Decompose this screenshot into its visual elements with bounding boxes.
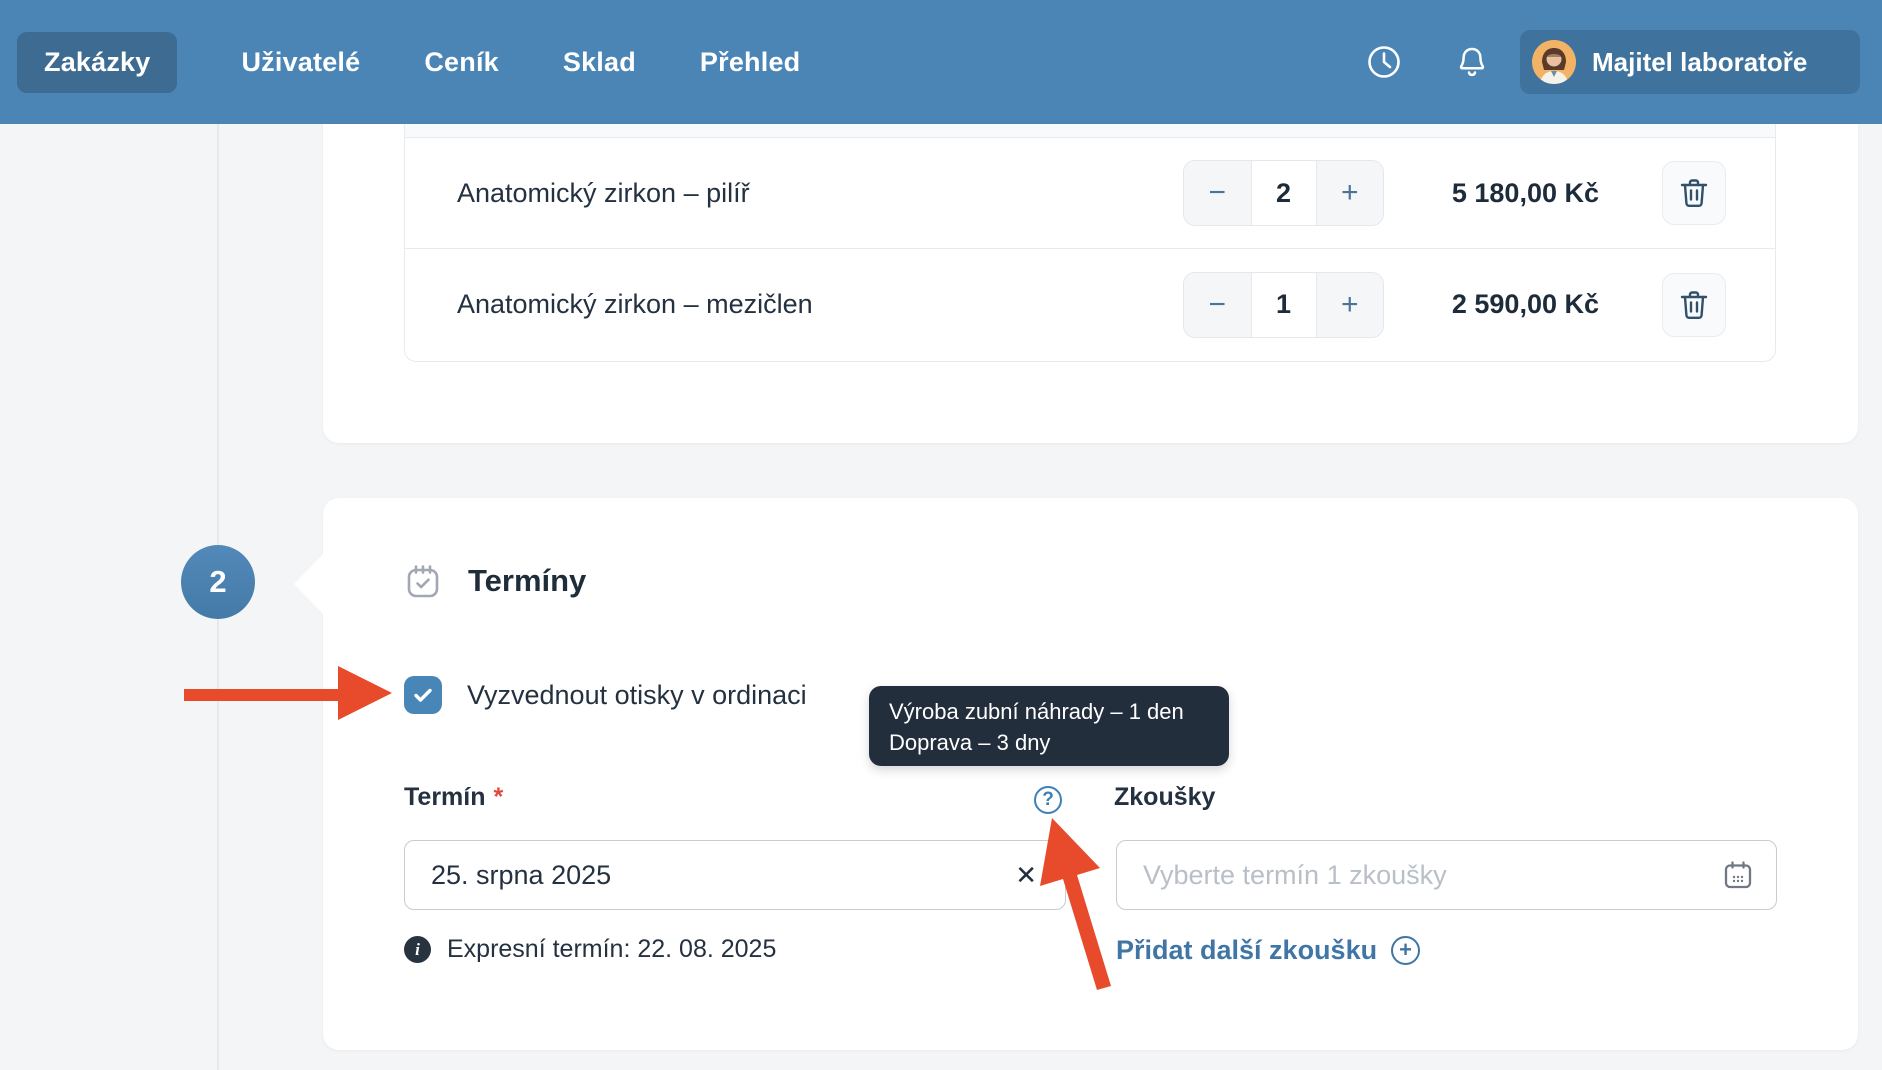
quantity-stepper: − 1 +	[1183, 271, 1384, 338]
price-value: 2 590,00 Kč	[1451, 289, 1599, 319]
express-note-text: Expresní termín: 22. 08. 2025	[447, 935, 777, 963]
table-row: Anatomický zirkon – pilíř − 2 + 5 180,00…	[405, 138, 1775, 249]
quantity-value: 2	[1250, 161, 1317, 225]
trash-icon	[1680, 290, 1708, 319]
add-zkouska-label[interactable]: Přidat další zkoušku	[1116, 935, 1377, 966]
top-navbar: Zakázky Uživatelé Ceník Sklad Přehled Ma…	[0, 0, 1882, 124]
nav-tabs: Zakázky Uživatelé Ceník Sklad Přehled	[0, 31, 800, 93]
decrease-button[interactable]: −	[1184, 161, 1251, 225]
nav-tab-zakazky[interactable]: Zakázky	[17, 31, 178, 93]
zkousky-date-field[interactable]	[1117, 841, 1712, 909]
zkousky-label: Zkoušky	[1114, 783, 1216, 811]
nav-right-cluster: Majitel laboratoře	[1322, 0, 1882, 124]
pickup-checkbox[interactable]	[404, 676, 442, 714]
required-asterisk: *	[493, 783, 504, 811]
termin-date-input[interactable]: ✕	[404, 840, 1066, 910]
table-row-partial	[405, 124, 1775, 138]
nav-tab-uzivatele[interactable]: Uživatelé	[241, 47, 360, 78]
table-row: Anatomický zirkon – mezičlen − 1 + 2 590…	[405, 249, 1775, 360]
nav-tab-prehled[interactable]: Přehled	[700, 47, 800, 78]
product-name: Anatomický zirkon – mezičlen	[457, 289, 813, 319]
quantity-value: 1	[1250, 272, 1317, 337]
info-icon: i	[404, 936, 431, 963]
section-header: Termíny	[404, 562, 586, 600]
calendar-icon[interactable]	[1712, 859, 1776, 891]
nav-tab-cenik[interactable]: Ceník	[424, 47, 499, 78]
avatar	[1532, 40, 1576, 84]
user-menu[interactable]: Majitel laboratoře	[1520, 30, 1860, 94]
user-name: Majitel laboratoře	[1592, 46, 1808, 77]
termin-date-value[interactable]	[405, 841, 1006, 909]
trash-icon	[1680, 179, 1708, 207]
check-icon	[414, 688, 432, 702]
tooltip-line-2: Doprava – 3 dny	[889, 730, 1051, 755]
termin-label: Termín *	[404, 783, 503, 812]
terminy-card: Termíny Vyzvednout otisky v ordinaci Výr…	[294, 498, 1858, 1050]
product-name: Anatomický zirkon – pilíř	[457, 177, 750, 208]
notifications-bell-icon[interactable]	[1454, 44, 1490, 80]
help-icon[interactable]: ?	[1034, 786, 1062, 814]
calendar-check-icon	[407, 565, 439, 598]
tooltip: Výroba zubní náhrady – 1 den Doprava – 3…	[869, 686, 1229, 766]
products-table: Anatomický zirkon – pilíř − 2 + 5 180,00…	[404, 124, 1776, 362]
section-title: Termíny	[468, 563, 587, 598]
page: Zakázky Uživatelé Ceník Sklad Přehled Ma…	[0, 0, 1882, 1070]
pickup-checkbox-label[interactable]: Vyzvednout otisky v ordinaci	[467, 676, 807, 714]
delete-row-button[interactable]	[1662, 272, 1726, 337]
termin-label-text: Termín	[404, 783, 486, 811]
nav-tab-sklad[interactable]: Sklad	[563, 47, 636, 78]
delete-row-button[interactable]	[1662, 161, 1726, 225]
increase-button[interactable]: +	[1316, 272, 1383, 337]
zkousky-date-input[interactable]	[1116, 840, 1777, 910]
decrease-button[interactable]: −	[1184, 272, 1251, 337]
history-clock-icon[interactable]	[1366, 44, 1402, 80]
plus-circle-icon[interactable]: +	[1391, 936, 1421, 965]
express-note-row: i Expresní termín: 22. 08. 2025	[404, 935, 776, 964]
card-notch	[294, 554, 323, 614]
tooltip-line-1: Výroba zubní náhrady – 1 den	[889, 699, 1184, 724]
price-value: 5 180,00 Kč	[1451, 177, 1599, 208]
add-zkouska-link[interactable]: Přidat další zkoušku +	[1116, 935, 1421, 966]
clear-date-icon[interactable]: ✕	[1005, 860, 1065, 891]
quantity-stepper: − 2 +	[1183, 160, 1384, 226]
increase-button[interactable]: +	[1316, 161, 1383, 225]
products-card: Anatomický zirkon – pilíř − 2 + 5 180,00…	[323, 124, 1858, 443]
step-number-badge: 2	[181, 545, 255, 619]
